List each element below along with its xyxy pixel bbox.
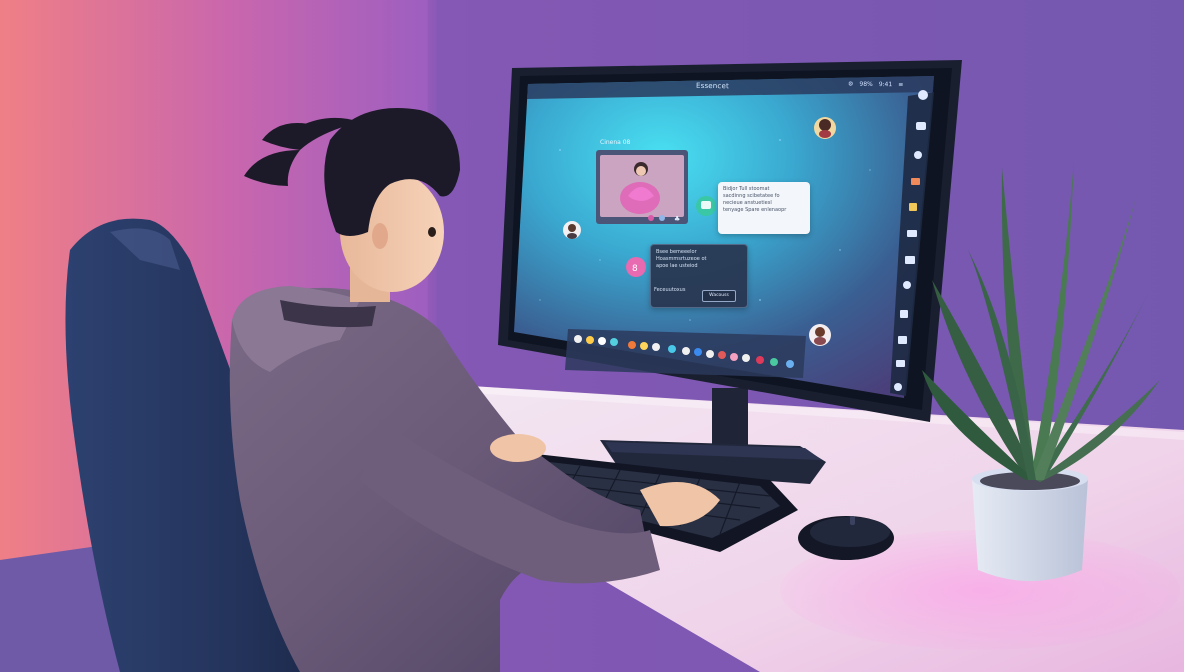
chat-message-card[interactable]: Bidjor Tull stoomat sacdinng scibetatee …	[718, 182, 810, 234]
chat-line: sacdinng scibetatee fo	[723, 193, 780, 199]
notification-footer: Feceuutoxus	[654, 287, 686, 293]
notification-line: Bsee bemeeelor	[656, 249, 697, 255]
battery-status: 98%	[859, 80, 873, 88]
svg-text:♣: ♣	[674, 215, 680, 223]
chat-line: necieue anstuetiesl	[723, 200, 772, 206]
menu-icon[interactable]: ≡	[898, 81, 903, 88]
notification-action-button[interactable]: Wacouss	[702, 290, 736, 302]
chat-line: tenyage Spare enlenaopr	[723, 207, 787, 213]
svg-text:8: 8	[632, 264, 638, 274]
settings-icon[interactable]: ⚙	[848, 81, 853, 88]
chat-line: Bidjor Tull stoomat	[723, 186, 770, 192]
desk-scene-illustration: ♣ 8	[0, 0, 1184, 672]
menu-bar-status: ⚙ 98% 9:41 ≡	[848, 81, 903, 89]
notification-line: apoe lae usteiod	[656, 263, 698, 269]
clock: 9:41	[878, 81, 893, 89]
menu-bar-title: Essencet	[695, 81, 730, 91]
notification-line: Hoasmmsrtuzeoe ot	[656, 256, 707, 262]
video-window-label: Cinena 08	[600, 139, 631, 146]
